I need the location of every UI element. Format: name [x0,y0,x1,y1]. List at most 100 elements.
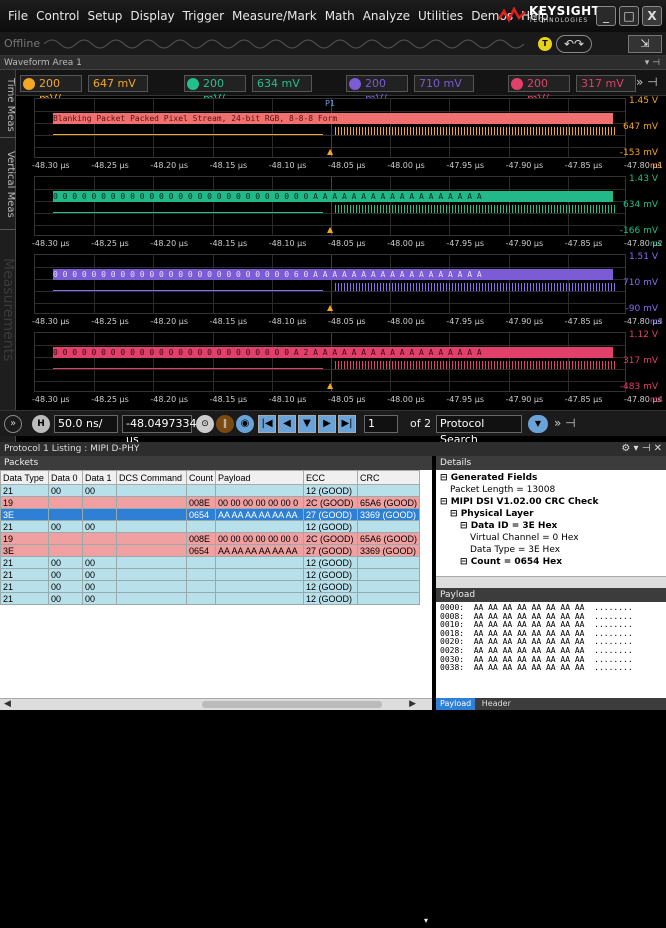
position-input[interactable]: -48.0497334 µs [122,415,196,446]
tree-node[interactable]: ⊟ Generated Fields [440,472,662,484]
channel-offset-m3b[interactable]: 710 mV [414,75,474,92]
channel-more-icon[interactable]: » ⊣ [636,75,658,89]
marker-label[interactable]: P1 [325,99,335,108]
scroll-thumb[interactable] [202,701,382,708]
menu-utilities[interactable]: Utilities [418,9,463,23]
channel-chip-m4[interactable]: 200 mV/ [508,75,570,105]
tree-node[interactable]: Data Type = 3E Hex [440,544,662,556]
tree-node[interactable]: ⊟ MIPI DSI V1.02.00 CRC Check [440,496,662,508]
protocol-search-input[interactable]: Protocol Search [436,415,522,446]
channel-chip-m3b[interactable]: 200 mV/ [346,75,408,105]
menu-setup[interactable]: Setup [87,9,122,23]
next-icon[interactable]: ▶ [318,415,336,433]
close-button[interactable]: X [642,6,662,26]
collapse-icon[interactable]: ⊟ [440,497,451,507]
tree-node[interactable]: ⊟ Physical Layer [440,508,662,520]
horizontal-icon[interactable]: H [32,415,50,433]
menu-analyze[interactable]: Analyze [363,9,410,23]
channel-offset-m4[interactable]: 317 mV [576,75,636,92]
search-icon[interactable]: ◉ [236,415,254,433]
down-icon[interactable]: ▼ [298,415,316,433]
table-cell: 00 [82,580,117,593]
menu-file[interactable]: File [8,9,28,23]
search-dropdown-icon[interactable]: ▼ [528,415,548,433]
undo-redo-icon[interactable]: ↶↷ [556,35,592,53]
table-cell [82,496,117,509]
autoscale-icon[interactable]: ⇲ [628,35,662,53]
collapse-icon[interactable]: ⊟ [440,473,451,483]
table-row[interactable]: 21 00 00 12 (GOOD) [0,520,421,533]
tab-header[interactable]: Header [478,698,515,710]
panel-gear-icon[interactable]: ⚙ ▾ ⊣ ✕ [621,442,662,456]
channel-offset-m2[interactable]: 634 mV [252,75,312,92]
column-header[interactable]: Payload [215,470,305,485]
minimize-button[interactable]: _ [596,6,616,26]
collapse-icon[interactable]: ⊟ [460,521,471,531]
tree-node-label: Virtual Channel = 0 Hex [470,533,579,543]
zoom-icon[interactable]: ⊙ [196,415,214,433]
column-header[interactable]: Data 0 [48,470,83,485]
scroll-left-icon[interactable]: ◀ [4,699,11,709]
table-row[interactable]: 3E 0654 AA AA AA AA AA AA 27 (GOOD) 3369 (GO… [0,544,421,557]
channel-chip-m2[interactable]: 200 mV/ [184,75,246,105]
column-header[interactable]: Data 1 [82,470,117,485]
tab-measurements[interactable]: Measurements [0,250,16,370]
table-row[interactable]: 21 00 00 12 (GOOD) [0,580,421,593]
table-row[interactable]: 3E 0654 AA AA AA AA AA AA 27 (GOOD) 3369 (GO… [0,508,421,521]
axis-tick-label: -48.00 µs [387,317,425,326]
tree-node[interactable]: Packet Length = 13008 [440,484,662,496]
waveform-grid[interactable]: 0 0 0 0 0 0 0 0 0 0 0 0 0 0 0 0 0 0 0 0 … [34,332,626,392]
menu-trigger[interactable]: Trigger [183,9,224,23]
tree-node[interactable]: Virtual Channel = 0 Hex [440,532,662,544]
table-cell: 008E [185,496,217,509]
channel-offset-m3[interactable]: 647 mV [88,75,148,92]
time-axis: -48.30 µs -48.25 µs -48.20 µs -48.15 µs -48.… [32,394,664,406]
more-icon[interactable]: » ⊣ [554,416,576,430]
column-header[interactable]: CRC [357,470,421,485]
packets-dropdown-icon[interactable]: ▾ [424,914,428,928]
collapse-icon[interactable]: ⊟ [460,557,471,567]
collapse-icon[interactable]: ⊟ [450,509,461,519]
waveform-grid[interactable]: 0 0 0 0 0 0 0 0 0 0 0 0 0 0 0 0 0 0 0 0 … [34,254,626,314]
menu-display[interactable]: Display [130,9,174,23]
table-row[interactable]: 21 00 00 12 (GOOD) [0,568,421,581]
trigger-indicator-icon[interactable]: T [538,37,552,51]
timebase-input[interactable]: 50.0 ns/ [54,415,118,433]
waveform-grid[interactable]: 0 0 0 0 0 0 0 0 0 0 0 0 0 0 0 0 0 0 0 0 … [34,176,626,236]
maximize-button[interactable]: □ [619,6,639,26]
tab-payload[interactable]: Payload [436,698,476,710]
first-icon[interactable]: |◀ [258,415,276,433]
table-row[interactable]: 21 00 00 12 (GOOD) [0,484,421,497]
menu-control[interactable]: Control [36,9,79,23]
previous-icon[interactable]: ◀ [278,415,296,433]
stop-icon[interactable]: ‖ [216,415,234,433]
menu-math[interactable]: Math [325,9,355,23]
table-row[interactable]: 19 008E 00 00 00 00 00 00 0 2C (GOOD) 65A6 (… [0,532,421,545]
waveform-grid[interactable]: Blanking Packet Packed Pixel Stream, 24-… [34,98,626,158]
axis-tick-label: -48.20 µs [150,395,188,404]
signal-trace-idle [53,129,323,135]
menu-measure-mark[interactable]: Measure/Mark [232,9,317,23]
column-header[interactable]: ECC [303,470,359,485]
tree-node[interactable]: ⊟ Data ID = 3E Hex [440,520,662,532]
table-row[interactable]: 19 008E 00 00 00 00 00 00 0 2C (GOOD) 65A6 (… [0,496,421,509]
channel-chip-m3[interactable]: 200 mV/ [20,75,82,105]
tab-vertical-meas[interactable]: Vertical Meas [0,140,16,230]
axis-tick-label: -48.15 µs [209,395,248,404]
tree-node-label: Data Type = 3E Hex [470,545,561,555]
table-row[interactable]: 21 00 00 12 (GOOD) [0,556,421,569]
pin-icon[interactable]: ▾ ⊣ [645,56,660,70]
details-scrollbar[interactable] [436,576,666,588]
column-header[interactable]: Data Type [0,470,49,485]
page-input[interactable]: 1 [364,415,398,433]
tab-time-meas[interactable]: Time Meas [0,72,16,138]
last-icon[interactable]: ▶| [338,415,356,433]
expand-icon[interactable]: » [4,415,22,433]
column-header[interactable]: DCS Command [116,470,187,485]
scroll-right-icon[interactable]: ▶ [409,699,416,709]
table-row[interactable]: 21 00 00 12 (GOOD) [0,592,421,605]
time-axis: -48.30 µs -48.25 µs -48.20 µs -48.15 µs -48.… [32,160,664,172]
column-header[interactable]: Count [185,470,217,485]
tree-node[interactable]: ⊟ Count = 0654 Hex [440,556,662,568]
horizontal-scrollbar[interactable]: ◀ ▶ [0,698,432,710]
